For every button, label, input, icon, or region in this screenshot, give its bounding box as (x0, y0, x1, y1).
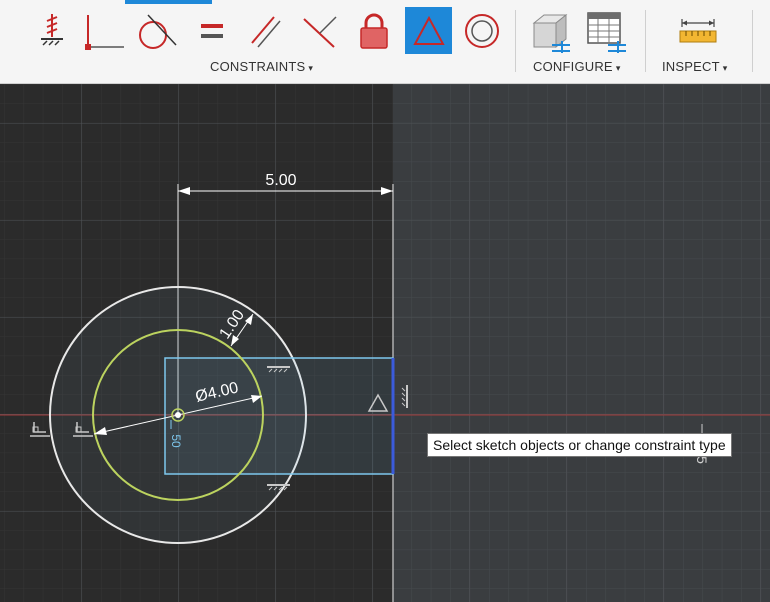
dimension-width-label[interactable]: 5.00 (265, 172, 296, 189)
inspect-menu[interactable]: INSPECT ▾ (662, 59, 727, 74)
sketch-rectangle[interactable] (164, 357, 394, 475)
equal-icon[interactable] (190, 8, 234, 54)
tangent-icon[interactable] (134, 8, 178, 54)
triangle-icon[interactable] (405, 7, 452, 54)
chevron-down-icon: ▾ (308, 63, 314, 73)
configure-box-icon[interactable] (528, 8, 572, 54)
configure-menu[interactable]: CONFIGURE ▾ (533, 59, 621, 74)
small-label-left: 50 (169, 434, 183, 448)
constraints-menu[interactable]: CONSTRAINTS ▾ (210, 59, 313, 74)
concentric-icon[interactable] (460, 8, 504, 54)
fix-icon[interactable] (30, 8, 74, 54)
perpendicular-icon[interactable] (298, 8, 342, 54)
chevron-down-icon: ▾ (722, 63, 728, 73)
coincident-icon[interactable] (82, 8, 126, 54)
constraints-label: CONSTRAINTS (210, 59, 306, 74)
sketch-canvas[interactable]: 5.00 Ø4.00 1.00 50 5 (0, 84, 770, 602)
lock-icon[interactable] (352, 8, 396, 54)
small-label-right: 5 (694, 456, 710, 464)
toolbar-separator (515, 10, 516, 72)
active-tab-indicator (125, 0, 212, 4)
inspect-label: INSPECT (662, 59, 720, 74)
parallel-icon[interactable] (244, 8, 288, 54)
tooltip: Select sketch objects or change constrai… (427, 433, 732, 457)
toolbar: CONSTRAINTS ▾ CONFIGURE ▾ INSPECT ▾ (0, 0, 770, 84)
configure-table-icon[interactable] (584, 8, 628, 54)
toolbar-separator (645, 10, 646, 72)
configure-label: CONFIGURE (533, 59, 613, 74)
toolbar-separator (752, 10, 753, 72)
measure-icon[interactable] (676, 8, 720, 54)
chevron-down-icon: ▾ (615, 63, 621, 73)
